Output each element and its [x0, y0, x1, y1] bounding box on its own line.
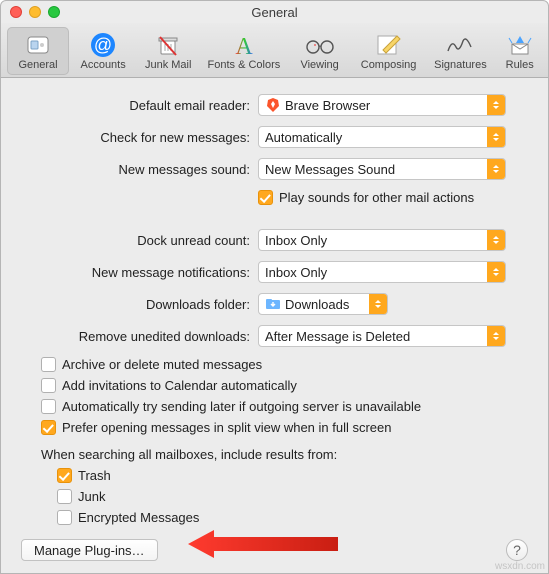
watermark: wsxdn.com — [495, 561, 545, 572]
checkbox-label: Trash — [78, 468, 111, 483]
chevron-updown-icon — [487, 159, 505, 179]
checkbox-icon — [57, 510, 72, 525]
popup-value: New Messages Sound — [265, 162, 487, 177]
checkbox-auto-send-later[interactable]: Automatically try sending later if outgo… — [41, 399, 536, 414]
tab-general[interactable]: General — [7, 27, 69, 75]
tab-viewing[interactable]: Viewing — [289, 27, 351, 75]
tab-signatures[interactable]: Signatures — [426, 27, 494, 75]
label-check-new: Check for new messages: — [13, 130, 258, 145]
popup-value: After Message is Deleted — [265, 329, 487, 344]
label-new-sound: New messages sound: — [13, 162, 258, 177]
popup-value: Downloads — [285, 297, 369, 312]
tab-composing[interactable]: Composing — [354, 27, 424, 75]
popup-notifications[interactable]: Inbox Only — [258, 261, 506, 283]
checkbox-icon — [41, 357, 56, 372]
trash-icon — [151, 31, 185, 59]
popup-value: Automatically — [265, 130, 487, 145]
label-downloads: Downloads folder: — [13, 297, 258, 312]
chevron-updown-icon — [487, 230, 505, 250]
tab-label: Rules — [506, 59, 534, 71]
tab-accounts[interactable]: @ Accounts — [72, 27, 134, 75]
at-icon: @ — [86, 31, 120, 59]
button-label: Manage Plug-ins… — [34, 543, 145, 558]
preferences-window: General General @ Accounts Junk Mail A F… — [0, 0, 549, 574]
checkbox-icon — [57, 489, 72, 504]
checkbox-icon — [41, 399, 56, 414]
chevron-updown-icon — [487, 326, 505, 346]
checkbox-play-sounds[interactable]: Play sounds for other mail actions — [258, 190, 536, 205]
chevron-updown-icon — [369, 294, 387, 314]
checkbox-label: Archive or delete muted messages — [62, 357, 262, 372]
checkbox-prefer-split[interactable]: Prefer opening messages in split view wh… — [41, 420, 536, 435]
label-remove-downloads: Remove unedited downloads: — [13, 329, 258, 344]
question-icon: ? — [513, 542, 521, 558]
checkbox-label: Play sounds for other mail actions — [279, 190, 474, 205]
manage-plugins-button[interactable]: Manage Plug-ins… — [21, 539, 158, 561]
checkbox-label: Junk — [78, 489, 105, 504]
glasses-icon — [303, 31, 337, 59]
popup-value: Brave Browser — [285, 98, 487, 113]
label-default-reader: Default email reader: — [13, 98, 258, 113]
checkbox-icon — [41, 420, 56, 435]
popup-value: Inbox Only — [265, 265, 487, 280]
checkbox-label: Automatically try sending later if outgo… — [62, 399, 421, 414]
checkbox-label: Encrypted Messages — [78, 510, 199, 525]
tab-label: Fonts & Colors — [208, 59, 281, 71]
popup-dock-count[interactable]: Inbox Only — [258, 229, 506, 251]
checkbox-archive-muted[interactable]: Archive or delete muted messages — [41, 357, 536, 372]
brave-icon — [265, 97, 281, 113]
tab-junk-mail[interactable]: Junk Mail — [137, 27, 199, 75]
search-heading: When searching all mailboxes, include re… — [41, 447, 536, 462]
switch-icon — [21, 31, 55, 59]
tab-label: Accounts — [80, 59, 125, 71]
checkbox-label: Prefer opening messages in split view wh… — [62, 420, 392, 435]
tab-label: Composing — [361, 59, 417, 71]
checkbox-label: Add invitations to Calendar automaticall… — [62, 378, 297, 393]
tab-label: Signatures — [434, 59, 487, 71]
folder-icon — [265, 296, 281, 312]
chevron-updown-icon — [487, 127, 505, 147]
checkbox-icon — [258, 190, 273, 205]
popup-value: Inbox Only — [265, 233, 487, 248]
checkbox-add-invites[interactable]: Add invitations to Calendar automaticall… — [41, 378, 536, 393]
svg-text:A: A — [235, 34, 253, 58]
checkbox-junk[interactable]: Junk — [57, 489, 536, 504]
tab-label: Viewing — [300, 59, 338, 71]
help-button[interactable]: ? — [506, 539, 528, 561]
chevron-updown-icon — [487, 262, 505, 282]
checkbox-icon — [41, 378, 56, 393]
popup-downloads[interactable]: Downloads — [258, 293, 388, 315]
prefs-toolbar: General @ Accounts Junk Mail A Fonts & C… — [1, 23, 548, 78]
titlebar: General — [1, 1, 548, 23]
tab-rules[interactable]: Rules — [497, 27, 542, 75]
svg-text:@: @ — [94, 35, 112, 55]
popup-check-new[interactable]: Automatically — [258, 126, 506, 148]
label-notifications: New message notifications: — [13, 265, 258, 280]
popup-default-reader[interactable]: Brave Browser — [258, 94, 506, 116]
compose-icon — [372, 31, 406, 59]
popup-remove-downloads[interactable]: After Message is Deleted — [258, 325, 506, 347]
fonts-icon: A — [227, 31, 261, 59]
chevron-updown-icon — [487, 95, 505, 115]
general-pane: Default email reader: Brave Browser Chec… — [1, 78, 548, 573]
tab-label: General — [18, 59, 57, 71]
signature-icon — [443, 31, 477, 59]
rules-icon — [503, 31, 537, 59]
popup-new-sound[interactable]: New Messages Sound — [258, 158, 506, 180]
checkbox-icon — [57, 468, 72, 483]
tab-label: Junk Mail — [145, 59, 191, 71]
window-title: General — [1, 5, 548, 20]
tab-fonts-colors[interactable]: A Fonts & Colors — [202, 27, 285, 75]
checkbox-trash[interactable]: Trash — [57, 468, 536, 483]
label-dock-count: Dock unread count: — [13, 233, 258, 248]
checkbox-encrypted[interactable]: Encrypted Messages — [57, 510, 536, 525]
